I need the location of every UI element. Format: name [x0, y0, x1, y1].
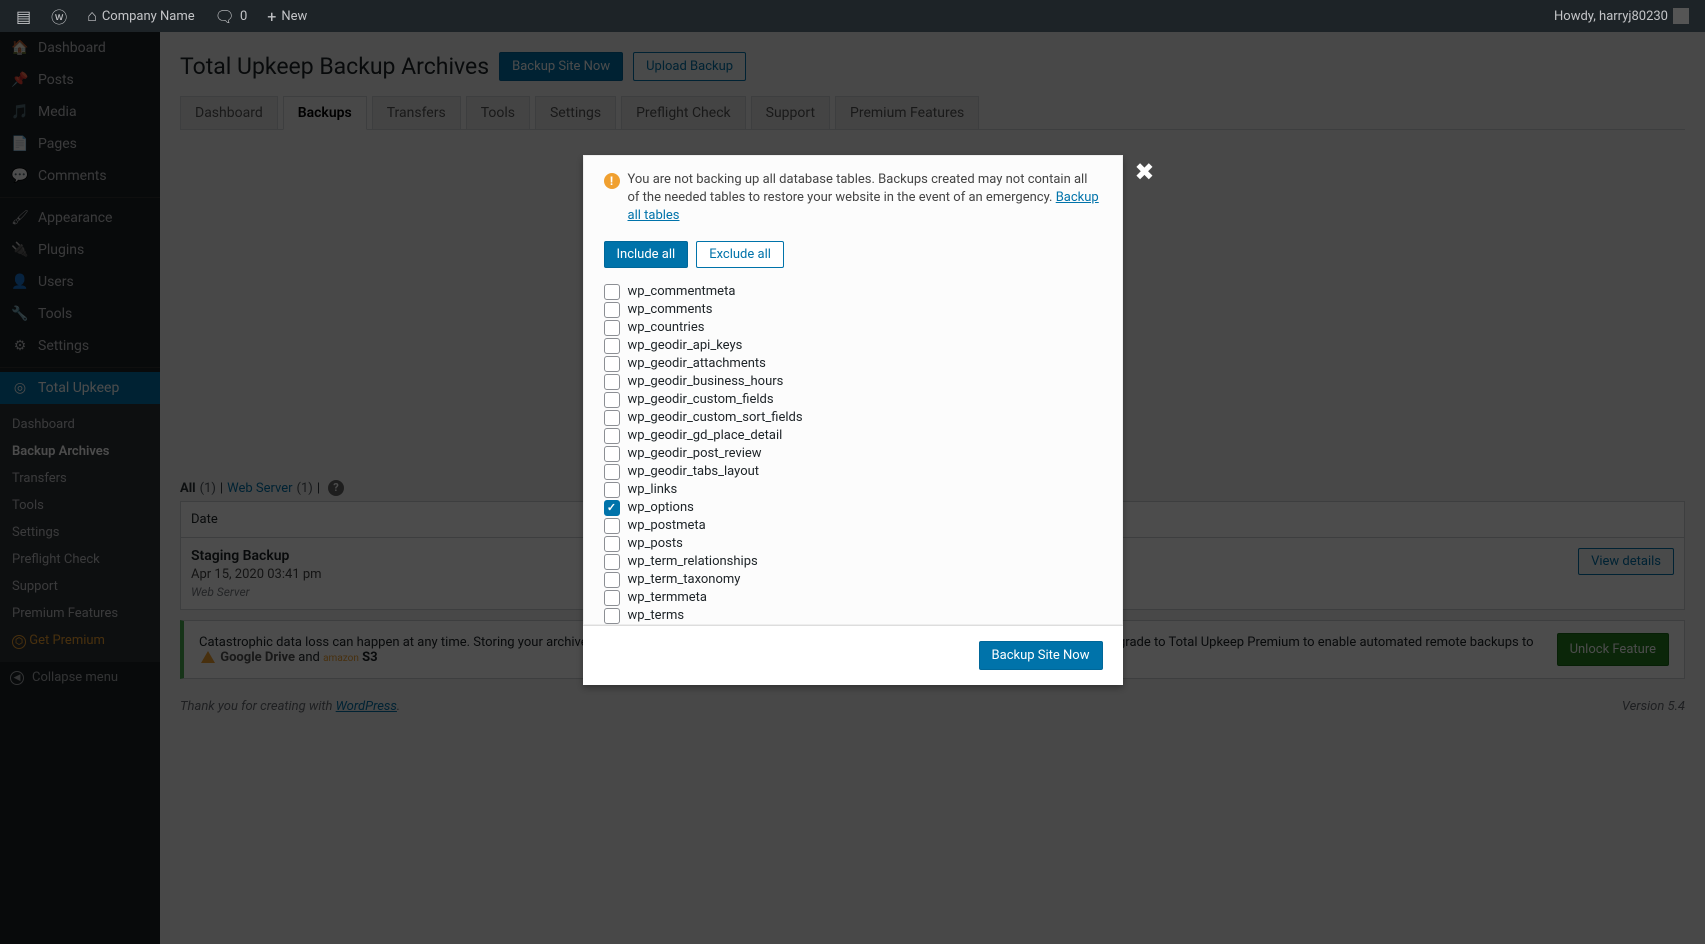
- include-all-button[interactable]: Include all: [604, 241, 689, 268]
- table-item-wp_geodir_tabs_layout: wp_geodir_tabs_layout: [604, 463, 1102, 481]
- warning-icon: !: [604, 173, 620, 189]
- comments-count: 0: [240, 9, 247, 24]
- table-name: wp_term_relationships: [628, 554, 758, 569]
- greeting: Howdy, harryj80230: [1554, 9, 1668, 24]
- table-item-wp_postmeta: wp_postmeta: [604, 517, 1102, 535]
- table-item-wp_commentmeta: wp_commentmeta: [604, 283, 1102, 301]
- table-item-wp_geodir_gd_place_detail: wp_geodir_gd_place_detail: [604, 427, 1102, 445]
- adminbar-account[interactable]: Howdy, harryj80230: [1546, 0, 1697, 32]
- table-name: wp_geodir_gd_place_detail: [628, 428, 783, 443]
- close-icon[interactable]: ✖: [1134, 160, 1154, 184]
- table-name: wp_countries: [628, 320, 705, 335]
- site-name: Company Name: [102, 9, 195, 24]
- checkbox-wp_commentmeta[interactable]: [604, 284, 620, 300]
- table-name: wp_comments: [628, 302, 713, 317]
- table-name: wp_commentmeta: [628, 284, 736, 299]
- checkbox-wp_options[interactable]: [604, 500, 620, 516]
- modal-notice: ! You are not backing up all database ta…: [604, 171, 1102, 226]
- adminbar-toggle[interactable]: ▤: [8, 0, 39, 32]
- table-name: wp_geodir_post_review: [628, 446, 762, 461]
- table-item-wp_geodir_custom_sort_fields: wp_geodir_custom_sort_fields: [604, 409, 1102, 427]
- table-item-wp_posts: wp_posts: [604, 535, 1102, 553]
- table-item-wp_options: wp_options: [604, 499, 1102, 517]
- table-item-wp_terms: wp_terms: [604, 607, 1102, 625]
- adminbar-wordpress[interactable]: ⓦ: [43, 0, 75, 32]
- table-name: wp_geodir_business_hours: [628, 374, 784, 389]
- table-item-wp_termmeta: wp_termmeta: [604, 589, 1102, 607]
- home-icon: ⌂: [87, 6, 97, 26]
- table-name: wp_postmeta: [628, 518, 706, 533]
- checkbox-wp_postmeta[interactable]: [604, 518, 620, 534]
- table-name: wp_termmeta: [628, 590, 708, 605]
- checkbox-wp_geodir_attachments[interactable]: [604, 356, 620, 372]
- table-name: wp_terms: [628, 608, 685, 623]
- checkbox-wp_geodir_tabs_layout[interactable]: [604, 464, 620, 480]
- plus-icon: +: [267, 7, 276, 26]
- checkbox-wp_term_relationships[interactable]: [604, 554, 620, 570]
- table-item-wp_comments: wp_comments: [604, 301, 1102, 319]
- adminbar-comments[interactable]: 🗨0: [207, 0, 256, 32]
- menu-icon: ▤: [16, 7, 31, 26]
- checkbox-wp_geodir_api_keys[interactable]: [604, 338, 620, 354]
- table-name: wp_geodir_attachments: [628, 356, 766, 371]
- checkbox-wp_comments[interactable]: [604, 302, 620, 318]
- checkbox-wp_termmeta[interactable]: [604, 590, 620, 606]
- table-item-wp_geodir_api_keys: wp_geodir_api_keys: [604, 337, 1102, 355]
- checkbox-wp_links[interactable]: [604, 482, 620, 498]
- checkbox-wp_geodir_custom_sort_fields[interactable]: [604, 410, 620, 426]
- checkbox-wp_geodir_business_hours[interactable]: [604, 374, 620, 390]
- adminbar-site[interactable]: ⌂ Company Name: [79, 0, 203, 32]
- table-name: wp_links: [628, 482, 678, 497]
- checkbox-wp_posts[interactable]: [604, 536, 620, 552]
- checkbox-wp_geodir_post_review[interactable]: [604, 446, 620, 462]
- table-item-wp_term_relationships: wp_term_relationships: [604, 553, 1102, 571]
- table-item-wp_geodir_business_hours: wp_geodir_business_hours: [604, 373, 1102, 391]
- table-name: wp_geodir_custom_fields: [628, 392, 774, 407]
- adminbar-new[interactable]: + New: [259, 0, 315, 32]
- modal-backup-now-button[interactable]: Backup Site Now: [979, 641, 1103, 670]
- comment-icon: 🗨: [215, 7, 235, 26]
- table-name: wp_geodir_tabs_layout: [628, 464, 760, 479]
- table-item-wp_geodir_attachments: wp_geodir_attachments: [604, 355, 1102, 373]
- exclude-all-button[interactable]: Exclude all: [696, 241, 784, 268]
- table-item-wp_links: wp_links: [604, 481, 1102, 499]
- checkbox-wp_geodir_gd_place_detail[interactable]: [604, 428, 620, 444]
- table-name: wp_term_taxonomy: [628, 572, 741, 587]
- new-label: New: [281, 9, 307, 24]
- table-item-wp_geodir_post_review: wp_geodir_post_review: [604, 445, 1102, 463]
- avatar-icon: [1673, 8, 1689, 24]
- wordpress-icon: ⓦ: [51, 4, 67, 28]
- table-item-wp_countries: wp_countries: [604, 319, 1102, 337]
- admin-bar: ▤ ⓦ ⌂Company Name 🗨0 +New Howdy, harryj8…: [0, 0, 1705, 32]
- table-name: wp_geodir_api_keys: [628, 338, 743, 353]
- table-item-wp_term_taxonomy: wp_term_taxonomy: [604, 571, 1102, 589]
- checkbox-wp_terms[interactable]: [604, 608, 620, 624]
- checkbox-wp_geodir_custom_fields[interactable]: [604, 392, 620, 408]
- table-name: wp_options: [628, 500, 694, 515]
- tables-list: wp_commentmeta wp_comments wp_countries wp_…: [604, 283, 1102, 625]
- checkbox-wp_term_taxonomy[interactable]: [604, 572, 620, 588]
- table-name: wp_geodir_custom_sort_fields: [628, 410, 803, 425]
- modal: ✖ ! You are not backing up all database …: [583, 155, 1123, 685]
- checkbox-wp_countries[interactable]: [604, 320, 620, 336]
- table-name: wp_posts: [628, 536, 683, 551]
- table-item-wp_geodir_custom_fields: wp_geodir_custom_fields: [604, 391, 1102, 409]
